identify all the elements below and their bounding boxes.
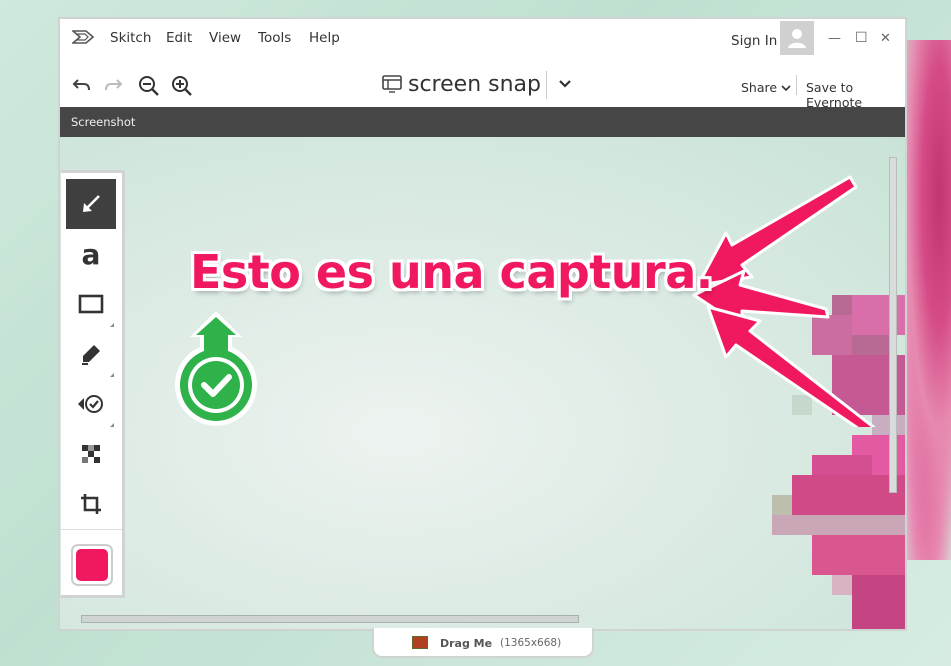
crop-tool[interactable]	[66, 479, 116, 529]
zoom-out-icon[interactable]	[138, 75, 160, 97]
marker-tool[interactable]	[66, 329, 116, 379]
redo-icon[interactable]	[103, 75, 123, 95]
vertical-scrollbar[interactable]	[889, 157, 897, 493]
image-canvas[interactable]: Esto es una captura.	[60, 137, 905, 629]
pixelated-region	[852, 575, 905, 629]
crop-icon	[81, 494, 101, 514]
menu-bar: Skitch Edit View Tools Help Sign In — ☐ …	[60, 19, 905, 59]
arrow-annotation[interactable]	[696, 175, 858, 287]
color-swatch[interactable]	[71, 544, 113, 586]
dropdown-corner-icon	[110, 323, 114, 327]
pixelated-region	[832, 575, 852, 595]
user-icon	[788, 29, 806, 48]
minimize-button[interactable]: —	[828, 31, 841, 46]
pixelated-region	[772, 515, 905, 535]
rectangle-icon	[78, 294, 104, 314]
pixelated-region	[772, 495, 792, 515]
toolbar-divider	[796, 75, 797, 95]
arrow-icon	[83, 195, 100, 212]
menu-edit[interactable]: Edit	[166, 30, 192, 46]
color-swatch-fill	[76, 549, 108, 581]
arrow-tool[interactable]	[66, 179, 116, 229]
avatar[interactable]	[780, 21, 814, 55]
close-button[interactable]: ✕	[880, 31, 891, 46]
share-chevron-icon	[781, 85, 791, 92]
menu-tools[interactable]: Tools	[258, 30, 291, 46]
screenshot-doc-icon	[382, 75, 402, 93]
title-divider	[546, 71, 547, 99]
save-to-evernote-button[interactable]: Save to Evernote	[806, 80, 905, 110]
drag-me-label: Drag Me	[440, 637, 493, 650]
document-title[interactable]: screen snap	[408, 72, 541, 97]
text-tool[interactable]: a	[66, 229, 116, 279]
skitch-window: Skitch Edit View Tools Help Sign In — ☐ …	[58, 17, 907, 631]
pixelated-region	[812, 535, 905, 575]
toolbar: screen snap Share Save to Evernote	[60, 63, 905, 110]
image-thumbnail-icon	[412, 636, 428, 649]
dropdown-corner-icon	[110, 373, 114, 377]
text-a-icon: a	[81, 237, 101, 271]
palette-divider	[61, 529, 122, 530]
sign-in-link[interactable]: Sign In	[731, 33, 777, 49]
menu-help[interactable]: Help	[309, 30, 340, 46]
stamp-check-icon	[78, 395, 103, 413]
share-button[interactable]: Share	[741, 80, 791, 95]
marker-icon	[82, 345, 100, 365]
pixelate-icon	[82, 445, 100, 463]
check-stamp-annotation[interactable]	[166, 303, 266, 431]
share-label: Share	[741, 80, 778, 95]
rectangle-tool[interactable]	[66, 279, 116, 329]
menu-skitch[interactable]: Skitch	[110, 30, 151, 46]
tools-palette: a	[61, 170, 125, 598]
undo-icon[interactable]	[72, 75, 92, 95]
text-annotation[interactable]: Esto es una captura.	[190, 245, 713, 299]
pixelate-tool[interactable]	[66, 429, 116, 479]
dropdown-corner-icon	[110, 423, 114, 427]
stamp-tool[interactable]	[66, 379, 116, 429]
horizontal-scrollbar[interactable]	[81, 615, 579, 623]
image-dimensions: (1365x668)	[500, 637, 562, 649]
drag-me-tab[interactable]: Drag Me (1365x668)	[372, 628, 594, 658]
skitch-logo-icon	[72, 30, 94, 44]
zoom-in-icon[interactable]	[171, 75, 193, 97]
arrow-annotation[interactable]	[706, 305, 876, 427]
menu-view[interactable]: View	[209, 30, 241, 46]
document-type-label: Screenshot	[71, 115, 136, 129]
chevron-down-icon[interactable]	[558, 79, 572, 89]
maximize-button[interactable]: ☐	[855, 30, 868, 46]
document-type-bar: Screenshot	[60, 107, 905, 137]
